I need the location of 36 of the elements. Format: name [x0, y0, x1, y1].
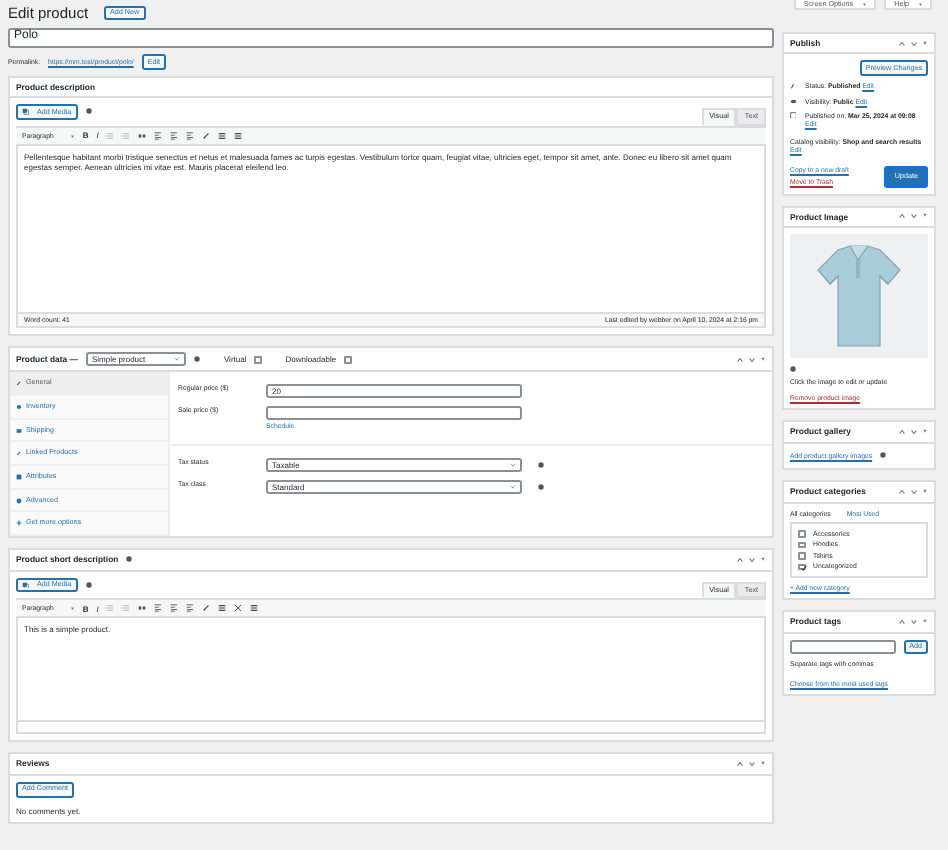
tag-input[interactable] — [790, 639, 896, 654]
quote-icon[interactable] — [138, 604, 147, 613]
align-icon[interactable] — [154, 604, 163, 613]
more-icon[interactable] — [218, 131, 227, 140]
checkbox[interactable] — [254, 356, 262, 364]
chevron-down-icon[interactable] — [173, 356, 180, 363]
help-icon — [790, 365, 796, 372]
help-icon — [85, 108, 92, 115]
checkbox[interactable] — [798, 530, 805, 538]
more-icon[interactable] — [250, 604, 259, 613]
calendar-icon — [790, 111, 797, 119]
align-icon[interactable] — [186, 131, 195, 140]
align-icon[interactable] — [170, 604, 179, 613]
media-icon[interactable] — [22, 108, 29, 116]
more-icon[interactable] — [218, 604, 227, 613]
quote-icon[interactable] — [138, 131, 147, 140]
help-icon — [538, 461, 544, 468]
align-icon[interactable] — [170, 131, 179, 140]
input-field[interactable] — [266, 406, 522, 421]
help-icon — [85, 581, 92, 588]
align-icon[interactable] — [154, 131, 163, 140]
fullscreen-icon[interactable] — [234, 604, 243, 613]
plus-icon[interactable] — [16, 520, 22, 527]
checkbox[interactable] — [798, 541, 805, 549]
align-icon[interactable] — [186, 604, 195, 613]
link-icon[interactable] — [202, 604, 211, 613]
help-icon — [193, 356, 200, 363]
help-icon — [126, 556, 133, 563]
link-icon[interactable] — [202, 131, 211, 140]
more-icon[interactable] — [234, 131, 243, 140]
checkbox[interactable] — [798, 552, 805, 560]
checkbox[interactable] — [798, 563, 805, 571]
help-icon — [880, 452, 887, 459]
help-icon — [538, 483, 544, 490]
checkbox[interactable] — [344, 356, 352, 364]
media-icon[interactable] — [22, 581, 29, 589]
